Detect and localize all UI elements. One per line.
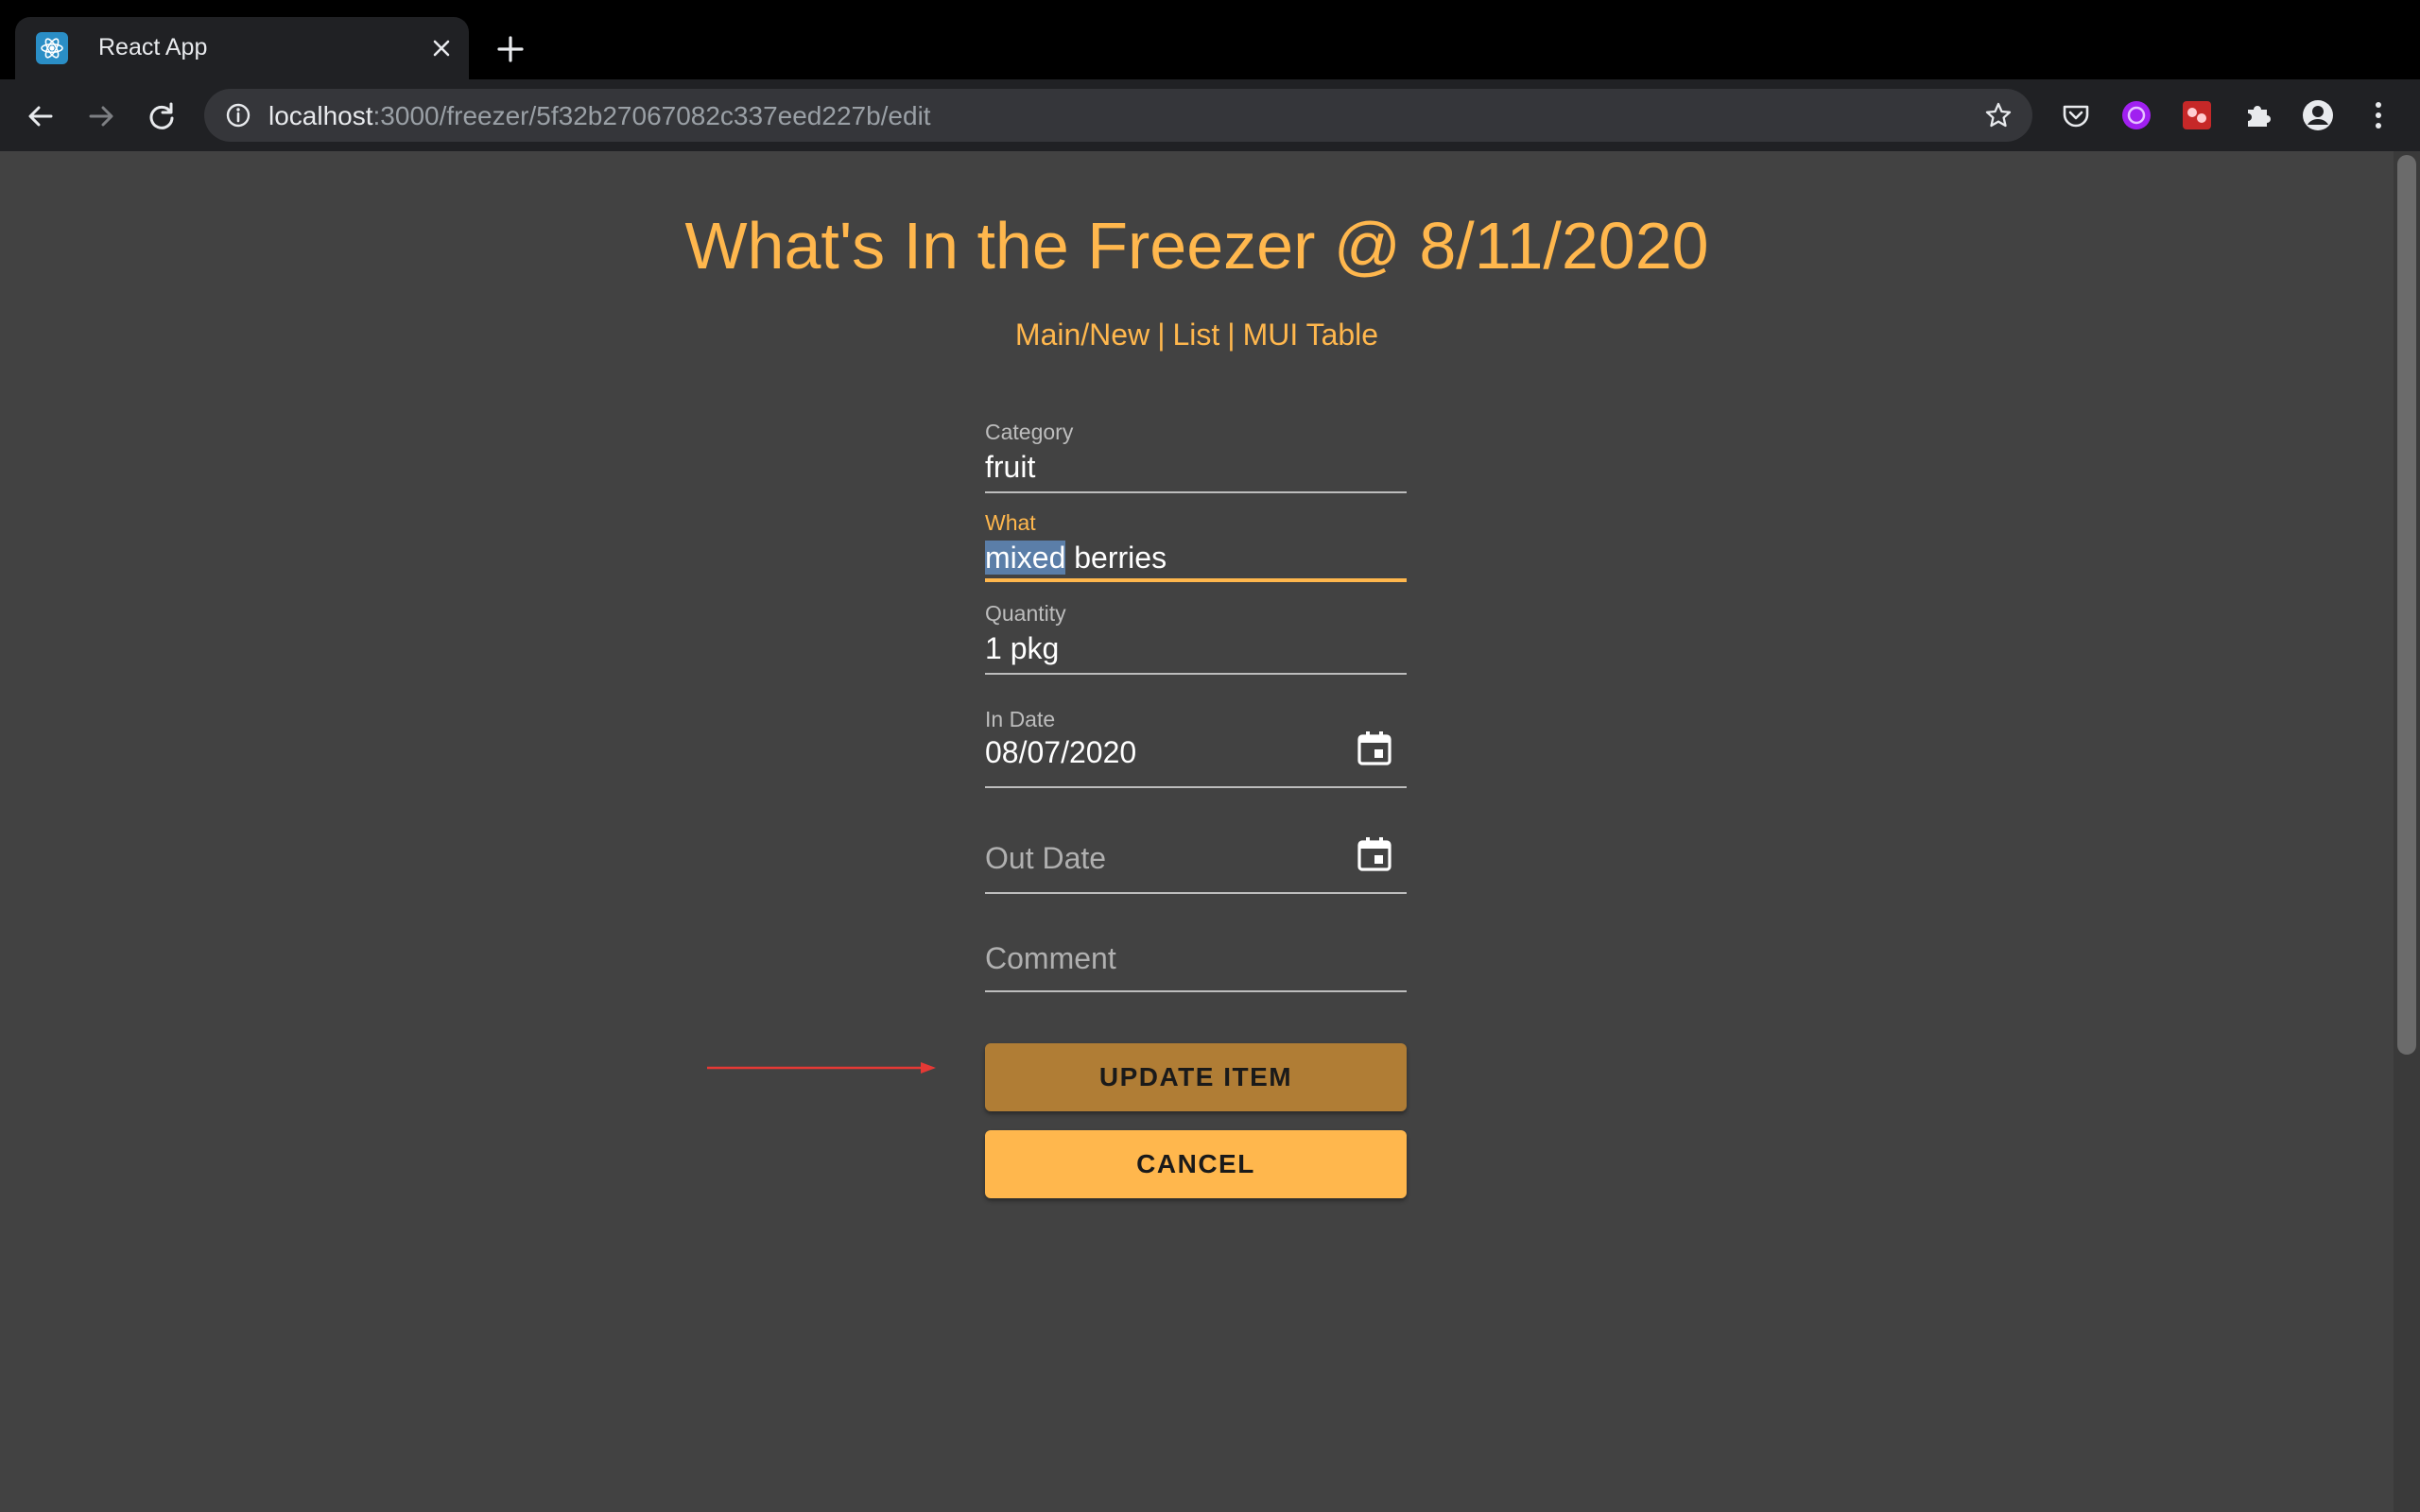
calendar-icon[interactable] (1352, 726, 1397, 771)
arrow-annotation (707, 1062, 936, 1074)
in-date-field[interactable]: In Date 08/07/2020 (985, 707, 1407, 798)
browser-tab[interactable]: React App (15, 17, 469, 79)
nav-separator: | (1227, 318, 1236, 352)
category-label: Category (985, 420, 1074, 444)
address-bar[interactable]: localhost:3000/freezer/5f32b27067082c337… (204, 89, 2032, 142)
nav-link-mui-table[interactable]: MUI Table (1243, 318, 1378, 352)
url-host: localhost (268, 101, 373, 130)
what-underline (985, 578, 1407, 582)
profile-icon[interactable] (2299, 96, 2337, 134)
comment-input[interactable]: Comment (985, 941, 1116, 976)
quantity-label: Quantity (985, 601, 1066, 626)
tab-title: React App (98, 34, 208, 60)
category-underline (985, 491, 1407, 493)
reload-icon[interactable] (142, 96, 182, 136)
category-field[interactable]: Category fruit (985, 420, 1407, 510)
quantity-field[interactable]: Quantity 1 pkg (985, 601, 1407, 692)
star-icon[interactable] (1981, 98, 2015, 132)
category-input[interactable]: fruit (985, 450, 1035, 485)
url-path: :3000/freezer/5f32b27067082c337eed227b/e… (372, 101, 931, 130)
menu-dots-icon[interactable] (2360, 96, 2397, 134)
back-icon[interactable] (21, 96, 60, 136)
nav-link-list[interactable]: List (1173, 318, 1220, 352)
pocket-icon[interactable] (2057, 96, 2095, 134)
in-date-input[interactable]: 08/07/2020 (985, 735, 1136, 770)
quantity-underline (985, 673, 1407, 675)
what-rest-text: berries (1065, 541, 1167, 575)
comment-field[interactable]: Comment (985, 924, 1407, 1015)
update-item-button[interactable]: UPDATE ITEM (985, 1043, 1407, 1111)
what-selected-text: mixed (985, 541, 1066, 575)
what-input[interactable]: mixed berries (985, 541, 1167, 576)
page-content: What's In the Freezer @ 8/11/2020 Main/N… (0, 151, 2394, 1512)
what-field[interactable]: What mixed berries (985, 510, 1407, 601)
nav-links: Main/New | List | MUI Table (0, 318, 2394, 352)
react-icon (36, 32, 68, 64)
close-icon[interactable] (425, 32, 458, 64)
extension-red-icon[interactable] (2178, 96, 2216, 134)
puzzle-icon[interactable] (2238, 96, 2276, 134)
out-date-underline (985, 892, 1407, 894)
plus-icon[interactable] (492, 30, 529, 68)
cancel-button[interactable]: CANCEL (985, 1130, 1407, 1198)
out-date-input[interactable]: Out Date (985, 841, 1106, 876)
page-title: What's In the Freezer @ 8/11/2020 (684, 209, 1709, 283)
comment-underline (985, 990, 1407, 992)
in-date-label: In Date (985, 707, 1056, 731)
browser-toolbar: localhost:3000/freezer/5f32b27067082c337… (0, 79, 2420, 151)
forward-icon[interactable] (81, 96, 121, 136)
out-date-field[interactable]: Out Date (985, 813, 1407, 903)
extension-purple-icon[interactable] (2118, 96, 2155, 134)
nav-link-main-new[interactable]: Main/New (1015, 318, 1150, 352)
nav-separator: | (1157, 318, 1166, 352)
calendar-icon[interactable] (1352, 832, 1397, 877)
scrollbar-thumb[interactable] (2397, 155, 2416, 1055)
what-label: What (985, 510, 1036, 535)
in-date-underline (985, 786, 1407, 788)
tab-strip: React App (0, 0, 2420, 79)
url-text: localhost:3000/freezer/5f32b27067082c337… (268, 101, 931, 131)
quantity-input[interactable]: 1 pkg (985, 631, 1059, 666)
info-icon[interactable] (223, 100, 253, 130)
